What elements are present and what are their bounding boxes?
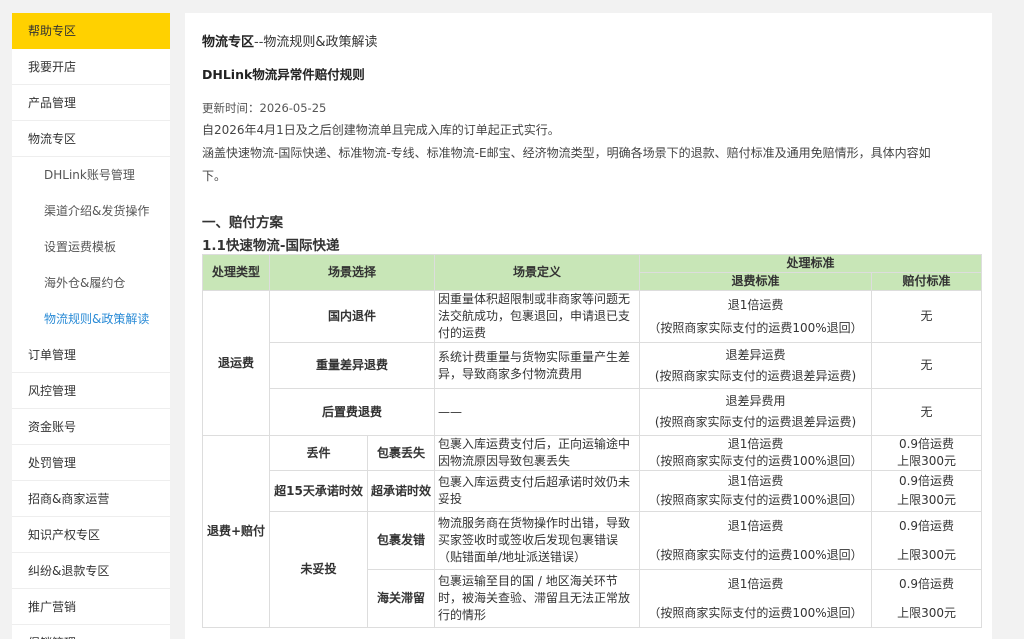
scene-cell: 未妥投 [269,511,368,628]
refund-line-2: （按照商家实际支付的运费100%退回） [648,493,863,507]
sidebar-item-dhlink-account[interactable]: DHLink账号管理 [12,157,170,193]
subscene-cell: 海关滞留 [366,569,436,628]
definition-cell: 因重量体积超限制或非商家等问题无法交航成功，包裹退回，申请退已支付的运费 [434,290,641,343]
refund-line-2: (按照商家实际支付的运费退差异运费) [654,415,857,429]
comp-line-2: 上限300元 [897,605,956,620]
scene-cell: 超15天承诺时效 [269,470,368,512]
subscene-cell: 包裹丢失 [366,435,436,471]
comp-line-2: 上限300元 [897,547,956,562]
definition-cell: 包裹入库运费支付后，正向运输途中因物流原因导致包裹丢失 [434,435,641,471]
intro-paragraph-1: 自2026年4月1日及之后创建物流单且完成入库的订单起正式实行。 [202,123,560,137]
sidebar-item-shipping-template[interactable]: 设置运费模板 [12,229,170,265]
header-standard: 处理标准 [639,254,983,273]
table-row: 重量差异退费 系统计费重量与货物实际重量产生差异，导致商家多付物流费用 退差异运… [203,342,983,389]
comp-line-1: 0.9倍运费 [898,437,955,451]
refund-line-1: 退1倍运费 [727,474,784,488]
definition-cell: 系统计费重量与货物实际重量产生差异，导致商家多付物流费用 [434,342,641,389]
refund-line-2: （按照商家实际支付的运费100%退回） [648,547,863,562]
refund-cell: 退1倍运费 （按照商家实际支付的运费100%退回） [639,435,873,471]
sidebar-item-ip[interactable]: 知识产权专区 [12,517,170,553]
sidebar-item-penalty[interactable]: 处罚管理 [12,445,170,481]
comp-cell: 0.9倍运费 上限300元 [871,470,983,512]
section-heading-express: 1.1快速物流-国际快递 [202,238,340,254]
sidebar-item-promotion[interactable]: 促销管理 [12,625,170,639]
definition-cell: 物流服务商在货物操作时出错，导致买家签收时或签收后发现包裹错误（贴错面单/地址派… [434,511,641,570]
refund-line-1: 退差异运费 [725,347,786,362]
comp-cell: 0.9倍运费 上限300元 [871,569,983,628]
sidebar-nav: 帮助专区 我要开店 产品管理 物流专区 DHLink账号管理 渠道介绍&发货操作… [12,13,170,639]
sidebar-item-logistics-rules[interactable]: 物流规则&政策解读 [12,301,170,337]
comp-cell: 0.9倍运费 上限300元 [871,435,983,471]
sidebar-item-order-management[interactable]: 订单管理 [12,337,170,373]
refund-cell: 退1倍运费 （按照商家实际支付的运费100%退回） [639,511,873,570]
compensation-table: 处理类型 场景选择 场景定义 处理标准 退费标准 赔付标准 退运费 国内退件 因… [202,254,983,628]
section-heading-compensation: 一、赔付方案 [202,215,283,231]
refund-cell: 退1倍运费 （按照商家实际支付的运费100%退回） [639,569,873,628]
scene-cell: 国内退件 [268,290,436,343]
sidebar-item-product-management[interactable]: 产品管理 [12,85,170,121]
sidebar-item-help-center[interactable]: 帮助专区 [12,13,170,49]
scene-cell: 重量差异退费 [268,342,436,389]
refund-line-1: 退1倍运费 [727,518,784,533]
content-panel: 物流专区--物流规则&政策解读 DHLink物流异常件赔付规则 更新时间：202… [185,13,992,639]
definition-cell: —— [434,388,641,436]
comp-line-1: 0.9倍运费 [898,576,955,591]
type-cell: 退运费 [202,290,270,436]
subscene-cell: 包裹发错 [366,511,436,570]
comp-cell: 无 [871,290,983,343]
refund-line-1: 退1倍运费 [727,297,784,312]
header-scene: 场景选择 [268,254,436,291]
comp-line-1: 0.9倍运费 [898,518,955,533]
comp-cell: 0.9倍运费 上限300元 [871,511,983,570]
sidebar-item-risk-control[interactable]: 风控管理 [12,373,170,409]
doc-title: DHLink物流异常件赔付规则 [202,67,365,82]
subscene-cell: 超承诺时效 [366,470,436,512]
table-row: 退费+赔付 丢件 包裹丢失 包裹入库运费支付后，正向运输途中因物流原因导致包裹丢… [202,435,983,628]
header-refund-standard: 退费标准 [639,272,873,291]
refund-line-1: 退1倍运费 [727,576,784,591]
scene-cell: 后置费退费 [268,388,436,436]
table-row: 未妥投 包裹发错 物流服务商在货物操作时出错，导致买家签收时或签收后发现包裹错误… [203,511,983,628]
sidebar-item-funds-account[interactable]: 资金账号 [12,409,170,445]
refund-line-2: （按照商家实际支付的运费100%退回） [648,605,863,620]
sidebar-item-channel-shipping[interactable]: 渠道介绍&发货操作 [12,193,170,229]
refund-line-1: 退1倍运费 [727,437,784,451]
header-definition: 场景定义 [434,254,641,291]
header-comp-standard: 赔付标准 [871,272,983,291]
comp-cell: 无 [871,342,983,389]
comp-line-2: 上限300元 [897,493,956,507]
intro-paragraph-2-line-1: 涵盖快速物流-国际快递、标准物流-专线、标准物流-E邮宝、经济物流类型，明确各场… [202,146,931,160]
updated-time: 更新时间：2026-05-25 [202,101,327,115]
intro-paragraph-2-line-2: 下。 [202,169,227,183]
sidebar-item-open-store[interactable]: 我要开店 [12,49,170,85]
comp-cell: 无 [871,388,983,436]
table-row: 后置费退费 —— 退差异费用 (按照商家实际支付的运费退差异运费) 无 [203,388,983,436]
sidebar-item-overseas-warehouse[interactable]: 海外仓&履约仓 [12,265,170,301]
comp-line-2: 上限300元 [897,454,956,468]
table-row: 超15天承诺时效 超承诺时效 包裹入库运费支付后超承诺时效仍未妥投 退1倍运费 （… [203,470,983,512]
refund-line-2: (按照商家实际支付的运费退差异运费) [654,368,857,383]
scene-cell: 丢件 [269,435,368,471]
refund-cell: 退1倍运费 （按照商家实际支付的运费100%退回） [639,290,873,343]
sidebar-item-dispute-refund[interactable]: 纠纷&退款专区 [12,553,170,589]
refund-line-1: 退差异费用 [725,394,786,408]
table-row: 退运费 国内退件 因重量体积超限制或非商家等问题无法交航成功，包裹退回，申请退已… [202,290,983,436]
type-cell: 退费+赔付 [202,435,270,628]
definition-cell: 包裹入库运费支付后超承诺时效仍未妥投 [434,470,641,512]
refund-cell: 退差异运费 (按照商家实际支付的运费退差异运费) [639,342,873,389]
refund-line-2: （按照商家实际支付的运费100%退回） [648,320,863,335]
breadcrumb-page: 物流规则&政策解读 [263,35,378,50]
refund-cell: 退1倍运费 （按照商家实际支付的运费100%退回） [639,470,873,512]
sidebar-item-logistics[interactable]: 物流专区 [12,121,170,157]
breadcrumb-separator: -- [254,35,264,50]
sidebar-item-marketing[interactable]: 推广营销 [12,589,170,625]
breadcrumb: 物流专区--物流规则&政策解读 [202,31,378,50]
header-type: 处理类型 [202,254,270,291]
sidebar-item-merchant-ops[interactable]: 招商&商家运营 [12,481,170,517]
breadcrumb-section[interactable]: 物流专区 [202,35,254,50]
refund-line-2: （按照商家实际支付的运费100%退回） [648,454,863,468]
refund-cell: 退差异费用 (按照商家实际支付的运费退差异运费) [639,388,873,436]
comp-line-1: 0.9倍运费 [898,474,955,488]
definition-cell: 包裹运输至目的国 / 地区海关环节时，被海关查验、滞留且无法正常放行的情形 [434,569,641,628]
